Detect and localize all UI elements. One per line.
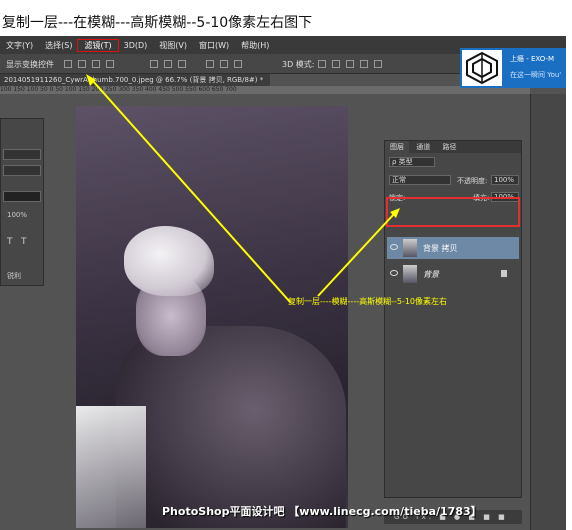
layer-thumbnail — [403, 239, 417, 257]
music-ad-banner[interactable]: 上瘾 - EXO-M 在这一瞬间 You' — [460, 48, 566, 88]
layer-name[interactable]: 背景 — [423, 269, 439, 280]
visibility-eye-icon[interactable] — [390, 244, 398, 250]
opacity-label: 不透明度: — [457, 177, 488, 185]
document-tab-title: 2014051911260_CywrA.thumb.700_0.jpeg @ 6… — [4, 76, 264, 84]
font-style-field[interactable] — [3, 165, 41, 176]
layer-thumbnail — [403, 265, 417, 283]
3d-slide-icon[interactable] — [360, 60, 368, 68]
blend-mode-select[interactable]: 正常 — [389, 175, 451, 185]
menu-window[interactable]: 窗口(W) — [193, 40, 235, 51]
menu-type[interactable]: 文字(Y) — [0, 40, 39, 51]
photo-figure — [116, 326, 346, 528]
3d-rotate-icon[interactable] — [318, 60, 326, 68]
align-icon[interactable] — [64, 60, 72, 68]
3d-pan-icon[interactable] — [346, 60, 354, 68]
distribute-icon[interactable] — [220, 60, 228, 68]
right-dock — [530, 94, 566, 530]
menu-3d[interactable]: 3D(D) — [118, 41, 154, 50]
tab-paths[interactable]: 路径 — [437, 141, 461, 153]
annotation-label: 复制一层----模糊----高斯模糊--5-10像素左右 — [288, 297, 448, 306]
align-icon[interactable] — [78, 60, 86, 68]
layers-panel-tabs: 图层 通道 路径 — [385, 141, 521, 153]
show-transform-label[interactable]: 显示变换控件 — [6, 59, 54, 70]
visibility-eye-icon[interactable] — [390, 270, 398, 276]
layer-name[interactable]: 背景 拷贝 — [423, 243, 458, 254]
lock-icon — [501, 270, 507, 277]
distribute-icon[interactable] — [150, 60, 158, 68]
layer-background-copy[interactable]: 背景 拷贝 — [387, 237, 519, 259]
3d-roll-icon[interactable] — [332, 60, 340, 68]
antialias-label[interactable]: 锐利 — [7, 271, 21, 281]
layer-background[interactable]: 背景 — [387, 263, 519, 285]
tab-layers[interactable]: 图层 — [385, 141, 409, 153]
layers-panel: 图层 通道 路径 ρ 类型 正常 不透明度: 100% 锁定: 填充: 100%… — [384, 140, 522, 498]
text-tool-icon[interactable]: T — [7, 237, 13, 247]
photo-canvas[interactable] — [76, 106, 348, 528]
align-icon[interactable] — [92, 60, 100, 68]
layer-filter-select[interactable]: ρ 类型 — [389, 157, 435, 167]
menu-view[interactable]: 视图(V) — [153, 40, 193, 51]
opacity-input[interactable]: 100% — [491, 175, 519, 185]
document-tab[interactable]: 2014051911260_CywrA.thumb.700_0.jpeg @ 6… — [0, 74, 270, 86]
watermark-text: PhotoShop平面设计吧 【www.linecg.com/tieba/178… — [162, 505, 482, 518]
color-field[interactable] — [3, 191, 41, 202]
exo-logo-icon — [462, 50, 502, 86]
ad-title: 上瘾 - EXO-M — [510, 55, 555, 63]
distribute-icon[interactable] — [164, 60, 172, 68]
selected-layer-highlight — [386, 197, 520, 227]
photo-light — [76, 406, 146, 528]
3d-mode-label: 3D 模式: — [282, 60, 315, 69]
tab-channels[interactable]: 通道 — [411, 141, 435, 153]
ad-subtitle: 在这一瞬间 You' — [510, 71, 562, 79]
distribute-icon[interactable] — [178, 60, 186, 68]
align-icon[interactable] — [106, 60, 114, 68]
character-panel: 100% T T 锐利 — [0, 118, 44, 286]
3d-scale-icon[interactable] — [374, 60, 382, 68]
menu-filter[interactable]: 滤镜(T) — [77, 38, 119, 52]
menu-help[interactable]: 帮助(H) — [235, 40, 275, 51]
font-family-field[interactable] — [3, 149, 41, 160]
opacity-value: 100% — [7, 211, 28, 219]
distribute-icon[interactable] — [234, 60, 242, 68]
menu-select[interactable]: 选择(S) — [39, 40, 78, 51]
text-tool-icon[interactable]: T — [21, 237, 27, 247]
distribute-icon[interactable] — [206, 60, 214, 68]
photo-hair — [124, 226, 214, 296]
photoshop-window: 文字(Y) 选择(S) 滤镜(T) 3D(D) 视图(V) 窗口(W) 帮助(H… — [0, 36, 566, 530]
horizontal-ruler: 100 150 100 50 0 50 100 150 200 250 300 … — [0, 86, 530, 94]
caption-text: 复制一层---在模糊---高斯模糊--5-10像素左右图下 — [2, 15, 313, 31]
